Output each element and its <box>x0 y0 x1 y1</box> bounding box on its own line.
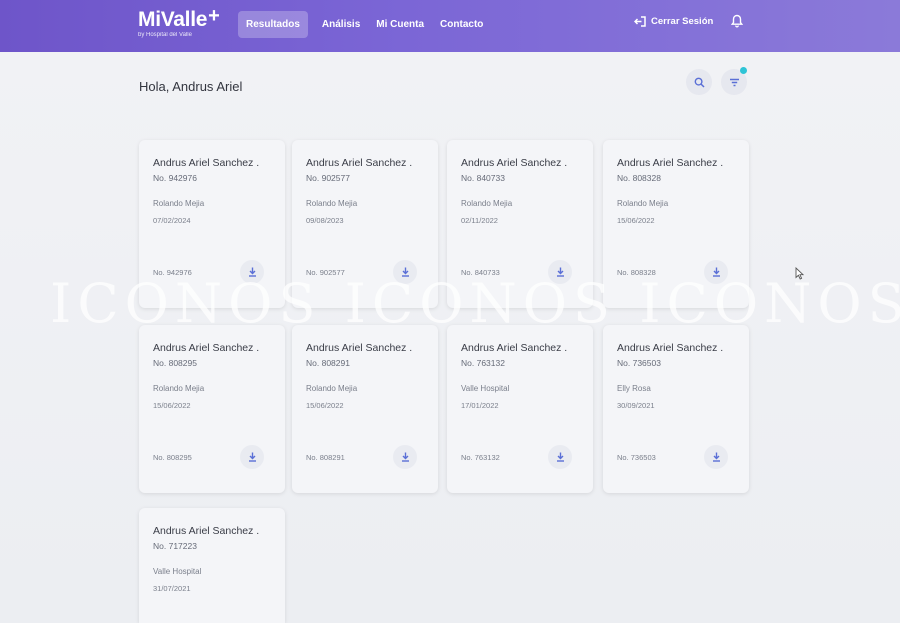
download-icon <box>248 267 256 277</box>
doctor-name: Elly Rosa <box>617 384 651 393</box>
download-icon <box>401 452 409 462</box>
doctor-name: Rolando Mejia <box>153 199 205 208</box>
logout-label: Cerrar Sesión <box>651 16 714 27</box>
result-date: 17/01/2022 <box>461 401 499 410</box>
download-button[interactable] <box>393 445 417 469</box>
patient-name: Andrus Ariel Sanchez . <box>306 157 413 169</box>
brand-subtitle: by Hospital del Valle <box>138 32 192 38</box>
patient-name: Andrus Ariel Sanchez . <box>461 342 568 354</box>
download-icon <box>712 267 720 277</box>
doctor-name: Rolando Mejia <box>461 199 513 208</box>
result-number: No. 717223 <box>153 541 197 551</box>
patient-name: Andrus Ariel Sanchez . <box>617 342 724 354</box>
nav-resultados[interactable]: Resultados <box>238 11 308 38</box>
nav-contacto[interactable]: Contacto <box>432 11 491 38</box>
mouse-cursor-icon <box>795 267 804 280</box>
result-date: 09/08/2023 <box>306 216 344 225</box>
result-footer-number: No. 808328 <box>617 268 656 277</box>
download-icon <box>556 452 564 462</box>
search-icon <box>694 77 705 88</box>
result-number: No. 808291 <box>306 358 350 368</box>
filter-icon <box>729 78 739 86</box>
doctor-name: Rolando Mejia <box>306 384 358 393</box>
result-footer-number: No. 942976 <box>153 268 192 277</box>
doctor-name: Rolando Mejia <box>153 384 205 393</box>
logout-icon <box>634 16 646 27</box>
download-button[interactable] <box>704 260 728 284</box>
result-number: No. 902577 <box>306 173 350 183</box>
download-button[interactable] <box>393 260 417 284</box>
result-date: 15/06/2022 <box>153 401 191 410</box>
result-number: No. 942976 <box>153 173 197 183</box>
result-card[interactable]: Andrus Ariel Sanchez . No. 808328 Roland… <box>603 140 749 308</box>
nav-mi-cuenta[interactable]: Mi Cuenta <box>368 11 432 38</box>
result-footer-number: No. 808291 <box>306 453 345 462</box>
bell-icon[interactable] <box>730 14 744 33</box>
result-card[interactable]: Andrus Ariel Sanchez . No. 736503 Elly R… <box>603 325 749 493</box>
main-nav: Resultados Análisis Mi Cuenta Contacto <box>238 11 491 38</box>
greeting-title: Hola, Andrus Ariel <box>139 79 243 94</box>
download-button[interactable] <box>240 260 264 284</box>
result-date: 07/02/2024 <box>153 216 191 225</box>
patient-name: Andrus Ariel Sanchez . <box>461 157 568 169</box>
result-number: No. 763132 <box>461 358 505 368</box>
patient-name: Andrus Ariel Sanchez . <box>153 525 260 537</box>
result-date: 31/07/2021 <box>153 584 191 593</box>
result-number: No. 840733 <box>461 173 505 183</box>
brand-plus: + <box>208 5 220 27</box>
result-number: No. 736503 <box>617 358 661 368</box>
result-date: 15/06/2022 <box>617 216 655 225</box>
download-icon <box>556 267 564 277</box>
result-footer-number: No. 736503 <box>617 453 656 462</box>
result-card[interactable]: Andrus Ariel Sanchez . No. 808291 Roland… <box>292 325 438 493</box>
doctor-name: Valle Hospital <box>461 384 510 393</box>
download-icon <box>712 452 720 462</box>
download-button[interactable] <box>240 445 264 469</box>
result-footer-number: No. 840733 <box>461 268 500 277</box>
result-date: 30/09/2021 <box>617 401 655 410</box>
result-card[interactable]: Andrus Ariel Sanchez . No. 942976 Roland… <box>139 140 285 308</box>
result-card[interactable]: Andrus Ariel Sanchez . No. 902577 Roland… <box>292 140 438 308</box>
patient-name: Andrus Ariel Sanchez . <box>153 157 260 169</box>
result-card[interactable]: Andrus Ariel Sanchez . No. 717223 Valle … <box>139 508 285 623</box>
brand-name: MiValle <box>138 8 208 31</box>
doctor-name: Rolando Mejia <box>306 199 358 208</box>
download-button[interactable] <box>548 445 572 469</box>
brand-logo[interactable]: MiValle + by Hospital del Valle <box>138 5 220 38</box>
result-date: 15/06/2022 <box>306 401 344 410</box>
doctor-name: Rolando Mejia <box>617 199 669 208</box>
result-card[interactable]: Andrus Ariel Sanchez . No. 808295 Roland… <box>139 325 285 493</box>
patient-name: Andrus Ariel Sanchez . <box>617 157 724 169</box>
patient-name: Andrus Ariel Sanchez . <box>306 342 413 354</box>
result-date: 02/11/2022 <box>461 216 498 225</box>
download-icon <box>401 267 409 277</box>
result-number: No. 808328 <box>617 173 661 183</box>
result-footer-number: No. 763132 <box>461 453 500 462</box>
download-icon <box>248 452 256 462</box>
patient-name: Andrus Ariel Sanchez . <box>153 342 260 354</box>
result-footer-number: No. 808295 <box>153 453 192 462</box>
nav-analisis[interactable]: Análisis <box>314 11 368 38</box>
result-number: No. 808295 <box>153 358 197 368</box>
doctor-name: Valle Hospital <box>153 567 202 576</box>
logout-button[interactable]: Cerrar Sesión <box>634 16 713 27</box>
top-navbar: MiValle + by Hospital del Valle Resultad… <box>0 0 900 52</box>
download-button[interactable] <box>704 445 728 469</box>
download-button[interactable] <box>548 260 572 284</box>
search-button[interactable] <box>686 69 712 95</box>
result-footer-number: No. 902577 <box>306 268 345 277</box>
filter-active-badge <box>740 67 747 74</box>
result-card[interactable]: Andrus Ariel Sanchez . No. 840733 Roland… <box>447 140 593 308</box>
result-card[interactable]: Andrus Ariel Sanchez . No. 763132 Valle … <box>447 325 593 493</box>
